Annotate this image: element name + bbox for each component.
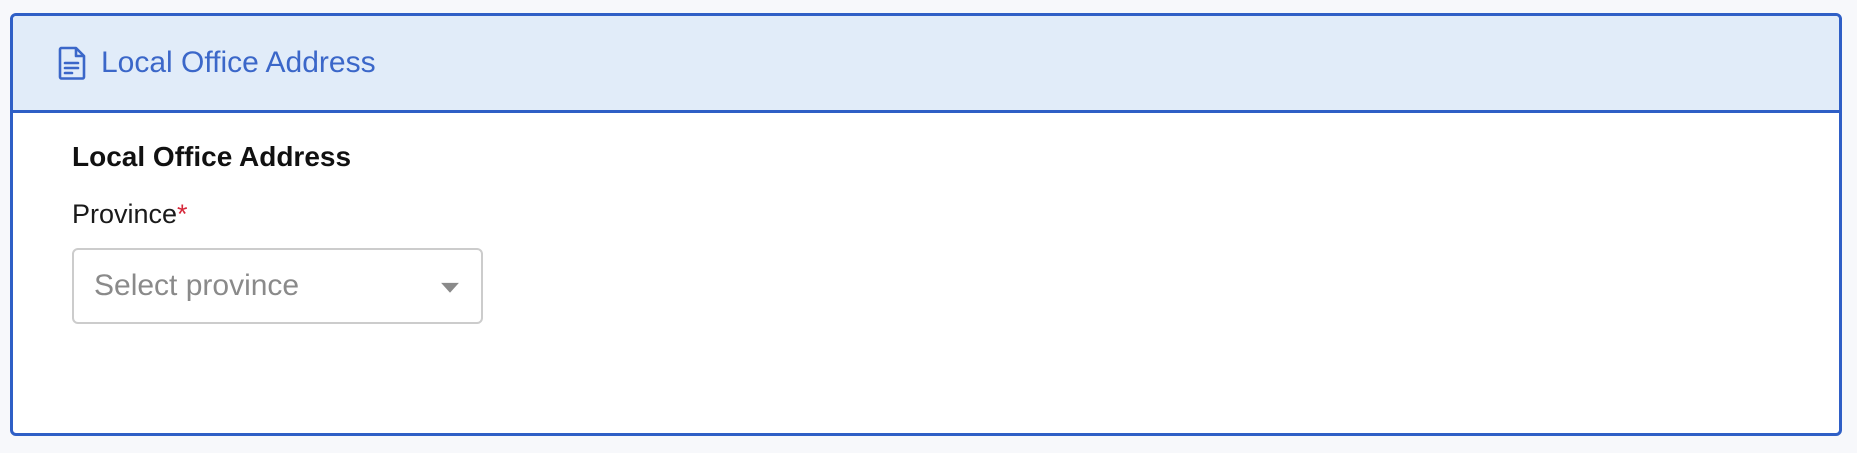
card-header-title: Local Office Address — [101, 46, 376, 79]
province-select[interactable]: Select province — [72, 248, 483, 324]
card-body: Local Office Address Province* Select pr… — [13, 113, 1839, 324]
chevron-down-icon — [441, 280, 459, 298]
local-office-address-card: Local Office Address Local Office Addres… — [10, 13, 1842, 436]
section-title: Local Office Address — [72, 141, 352, 172]
province-label: Province* — [72, 199, 1839, 230]
document-icon — [57, 45, 87, 81]
province-label-text: Province — [72, 199, 178, 229]
required-marker: * — [177, 199, 188, 229]
card-header: Local Office Address — [13, 16, 1839, 113]
province-select-placeholder: Select province — [94, 269, 300, 302]
